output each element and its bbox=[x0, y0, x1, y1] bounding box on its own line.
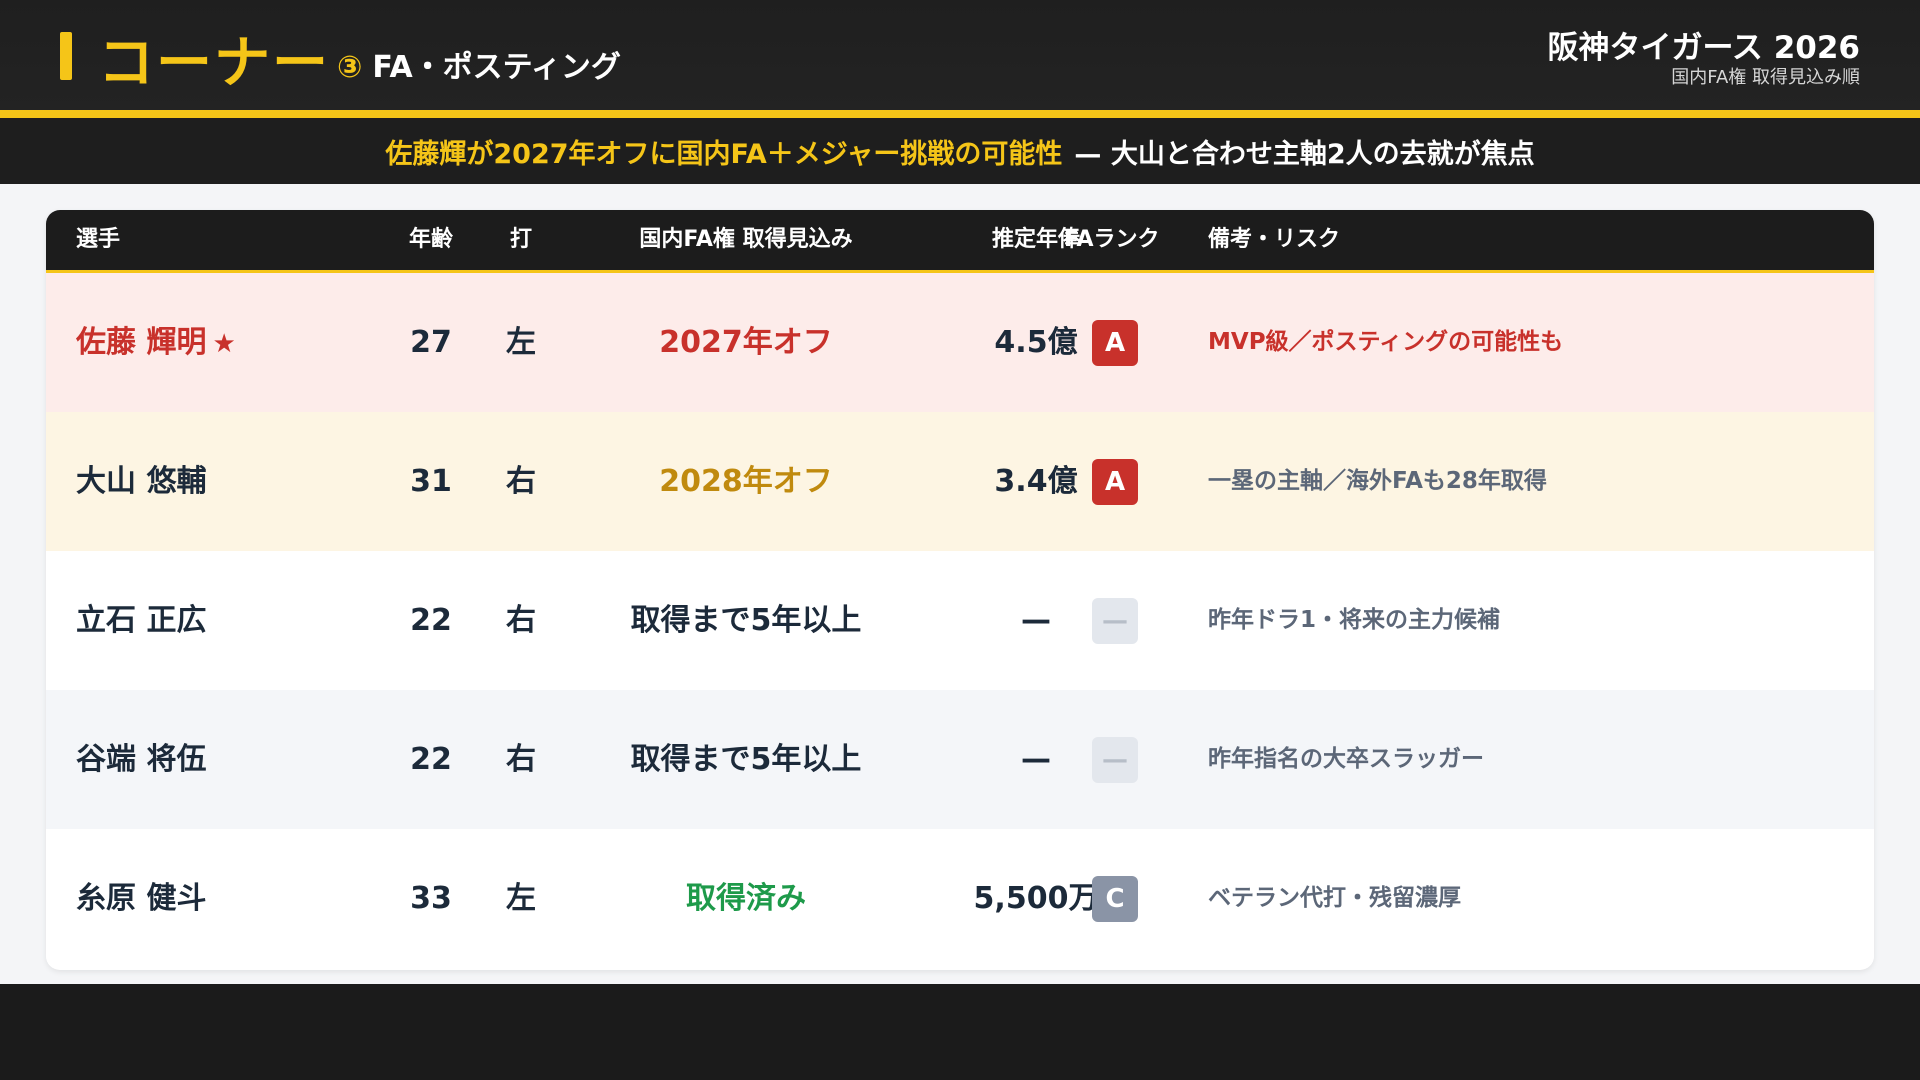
table-row: 大山 悠輔 31 右 2028年オフ 3.4億 A 一塁の主軸／海外FAも28年… bbox=[46, 412, 1874, 551]
player-age: 31 bbox=[410, 464, 452, 499]
rank-cell: C bbox=[1092, 829, 1186, 968]
note: ベテラン代打・残留濃厚 bbox=[1208, 885, 1461, 911]
player-name-cell: 糸原 健斗 bbox=[76, 829, 206, 968]
fa-rank-badge: A bbox=[1092, 458, 1138, 505]
fa-rank-badge: A bbox=[1092, 319, 1138, 366]
rank-cell: — bbox=[1092, 551, 1186, 690]
fa-eta: 2028年オフ bbox=[659, 464, 833, 499]
star-icon: ★ bbox=[212, 329, 236, 359]
fa-table: 選手 年齢 打 国内FA権 取得見込み 推定年俸 FAランク 備考・リスク 佐藤… bbox=[46, 210, 1874, 970]
player-age: 33 bbox=[410, 881, 452, 916]
player-name: 佐藤 輝明 bbox=[76, 325, 207, 360]
table-row: 糸原 健斗 33 左 取得済み 5,500万 C ベテラン代打・残留濃厚 bbox=[46, 829, 1874, 968]
headline-banner: 佐藤輝が2027年オフに国内FA＋メジャー挑戦の可能性 — 大山と合わせ主軸2人… bbox=[0, 118, 1920, 184]
player-name-cell: 大山 悠輔 bbox=[76, 412, 206, 551]
col-header-name: 選手 bbox=[76, 227, 121, 252]
col-header-rank: FAランク bbox=[1064, 227, 1160, 252]
footer-band bbox=[0, 984, 1920, 1080]
rank-cell: — bbox=[1092, 690, 1186, 829]
player-bat: 右 bbox=[506, 742, 536, 777]
fa-eta: 取得済み bbox=[686, 881, 806, 916]
table-row: 谷端 将伍 22 右 取得まで5年以上 — — 昨年指名の大卒スラッガー bbox=[46, 690, 1874, 829]
header-accent-bar bbox=[60, 32, 72, 80]
rank-cell: A bbox=[1092, 412, 1186, 551]
header-divider bbox=[0, 110, 1920, 118]
player-name: 立石 正広 bbox=[76, 603, 207, 638]
content-area: 選手 年齢 打 国内FA権 取得見込み 推定年俸 FAランク 備考・リスク 佐藤… bbox=[0, 184, 1920, 984]
note: 一塁の主軸／海外FAも28年取得 bbox=[1208, 468, 1547, 494]
table-header: 選手 年齢 打 国内FA権 取得見込み 推定年俸 FAランク 備考・リスク bbox=[46, 210, 1874, 273]
fa-eta: 取得まで5年以上 bbox=[630, 603, 862, 638]
banner-rest: — 大山と合わせ主軸2人の去就が焦点 bbox=[1074, 138, 1535, 170]
player-age: 22 bbox=[410, 603, 452, 638]
corner-subtitle-group: ③ FA・ポスティング bbox=[337, 42, 621, 86]
player-name-cell: 谷端 将伍 bbox=[76, 690, 206, 829]
fa-rank-badge: — bbox=[1092, 736, 1138, 783]
player-name-cell: 佐藤 輝明 ★ bbox=[76, 273, 236, 412]
team-title: 阪神タイガース 2026 bbox=[1547, 30, 1860, 66]
col-header-age: 年齢 bbox=[408, 227, 453, 252]
fa-eta: 取得まで5年以上 bbox=[630, 742, 862, 777]
player-name-cell: 立石 正広 bbox=[76, 551, 206, 690]
fa-rank-badge: — bbox=[1092, 597, 1138, 644]
corner-number: ③ bbox=[337, 50, 363, 85]
fa-eta: 2027年オフ bbox=[659, 325, 833, 360]
player-age: 22 bbox=[410, 742, 452, 777]
player-bat: 左 bbox=[506, 881, 536, 916]
note: 昨年ドラ1・将来の主力候補 bbox=[1208, 607, 1501, 633]
fa-rank-badge: C bbox=[1092, 875, 1138, 922]
table-row: 立石 正広 22 右 取得まで5年以上 — — 昨年ドラ1・将来の主力候補 bbox=[46, 551, 1874, 690]
col-header-fa: 国内FA権 取得見込み bbox=[639, 227, 853, 252]
col-header-note: 備考・リスク bbox=[1208, 227, 1341, 252]
player-age: 27 bbox=[410, 325, 452, 360]
note: MVP級／ポスティングの可能性も bbox=[1208, 329, 1564, 355]
player-bat: 右 bbox=[506, 464, 536, 499]
player-bat: 左 bbox=[506, 325, 536, 360]
note: 昨年指名の大卒スラッガー bbox=[1208, 746, 1484, 772]
corner-title: コーナー bbox=[98, 31, 330, 96]
header: コーナー ③ FA・ポスティング 阪神タイガース 2026 国内FA権 取得見込み… bbox=[0, 0, 1920, 110]
col-header-bat: 打 bbox=[509, 227, 532, 252]
player-name: 大山 悠輔 bbox=[76, 464, 207, 499]
table-row: 佐藤 輝明 ★ 27 左 2027年オフ 4.5億 A MVP級／ポスティングの可… bbox=[46, 273, 1874, 412]
team-subtitle: 国内FA権 取得見込み順 bbox=[1671, 67, 1860, 88]
player-bat: 右 bbox=[506, 603, 536, 638]
banner-highlight: 佐藤輝が2027年オフに国内FA＋メジャー挑戦の可能性 bbox=[385, 138, 1063, 170]
player-name: 谷端 将伍 bbox=[76, 742, 207, 777]
rank-cell: A bbox=[1092, 273, 1186, 412]
corner-subtitle: FA・ポスティング bbox=[372, 50, 621, 85]
player-name: 糸原 健斗 bbox=[76, 881, 207, 916]
